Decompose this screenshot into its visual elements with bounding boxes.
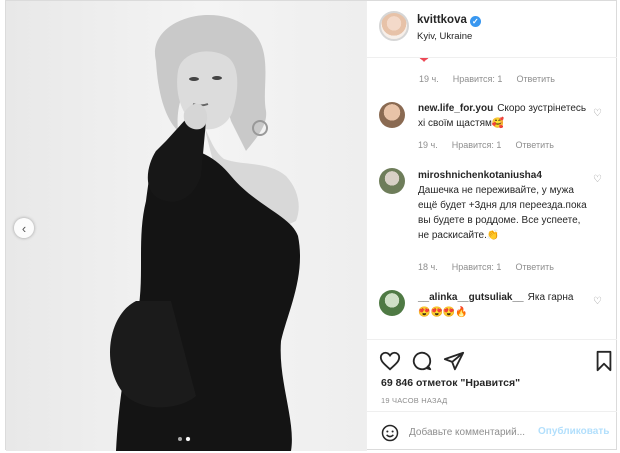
post-date[interactable]: 19 ЧАСОВ НАЗАД: [381, 396, 447, 405]
author-avatar[interactable]: [379, 11, 409, 41]
share-icon[interactable]: [443, 350, 465, 372]
bookmark-icon[interactable]: [593, 350, 615, 372]
comment-time[interactable]: 19 ч.: [418, 140, 438, 150]
carousel-dot: [178, 437, 182, 441]
comment-icon[interactable]: [411, 350, 433, 372]
emoji-icon[interactable]: [381, 424, 399, 442]
comment-emoji: 😍😍😍🔥: [418, 307, 468, 318]
comment-text: Яка гарна: [527, 292, 574, 303]
photo-illustration: [109, 14, 301, 451]
comment-like-heart-icon[interactable]: ♡: [593, 174, 602, 185]
comment-body: __alinka__gutsuliak__ Яка гарна 😍😍😍🔥: [418, 290, 588, 320]
comment-meta: 18 ч. Нравится: 1 Ответить: [418, 262, 554, 272]
add-comment-row: Опубликовать: [367, 411, 617, 452]
post-card: ‹ kvittkova ✓ Kyiv, Ukraine ❤ 19 ч. Нрави…: [5, 0, 617, 451]
likes-count[interactable]: 69 846 отметок "Нравится": [381, 377, 520, 389]
carousel-dot-active: [186, 437, 190, 441]
comments-list[interactable]: ❤ 19 ч. Нравится: 1 Ответить new.life_fo…: [367, 58, 617, 338]
comment-like-heart-icon[interactable]: ♡: [593, 296, 602, 307]
carousel-prev-button[interactable]: ‹: [14, 218, 34, 238]
comment-emoji: 🥰: [491, 118, 505, 129]
post-photo[interactable]: ‹: [6, 1, 366, 451]
chevron-left-icon: ‹: [21, 220, 27, 236]
reply-button[interactable]: Ответить: [515, 262, 553, 272]
carousel-dots: [178, 437, 190, 441]
verified-check-icon: ✓: [469, 16, 481, 27]
publish-button[interactable]: Опубликовать: [538, 426, 609, 437]
comment-time[interactable]: 19 ч.: [419, 74, 439, 84]
comment-likes[interactable]: Нравится: 1: [452, 262, 502, 272]
author-username-text[interactable]: kvittkova: [417, 14, 467, 26]
comment-likes[interactable]: Нравится: 1: [453, 74, 503, 84]
comment-like-heart-icon[interactable]: ♡: [593, 108, 602, 119]
post-header: kvittkova ✓ Kyiv, Ukraine: [367, 1, 617, 58]
comment-time[interactable]: 18 ч.: [418, 262, 438, 272]
comment-body: miroshnichenkotaniusha4 Дашечка не пережи…: [418, 168, 588, 243]
comment-meta: 19 ч. Нравится: 1 Ответить: [418, 140, 554, 150]
heart-outline-icon[interactable]: [379, 350, 401, 372]
reply-button[interactable]: Ответить: [516, 74, 554, 84]
post-sidebar: kvittkova ✓ Kyiv, Ukraine ❤ 19 ч. Нравитс…: [366, 1, 617, 451]
comment-body: new.life_for.you Скоро зустрінетесь хі св…: [418, 101, 588, 131]
comment-text: Дашечка не переживайте, у мужа ещё будет…: [418, 185, 587, 241]
commenter-username[interactable]: new.life_for.you: [418, 103, 493, 114]
commenter-username[interactable]: miroshnichenkotaniusha4: [418, 170, 542, 181]
commenter-username[interactable]: __alinka__gutsuliak__: [418, 292, 524, 303]
comment-input[interactable]: [409, 424, 539, 440]
post-location[interactable]: Kyiv, Ukraine: [417, 31, 472, 42]
comment-likes[interactable]: Нравится: 1: [452, 140, 502, 150]
post-actions: 69 846 отметок "Нравится" 19 ЧАСОВ НАЗАД…: [367, 339, 617, 452]
commenter-avatar[interactable]: [379, 168, 405, 194]
author-username[interactable]: kvittkova ✓: [417, 14, 481, 27]
commenter-avatar[interactable]: [379, 102, 405, 128]
commenter-avatar[interactable]: [379, 290, 405, 316]
heart-emoji: ❤: [419, 58, 430, 66]
reply-button[interactable]: Ответить: [515, 140, 553, 150]
comment-emoji: 👏: [486, 230, 500, 241]
comment-meta: 19 ч. Нравится: 1 Ответить: [419, 74, 555, 84]
